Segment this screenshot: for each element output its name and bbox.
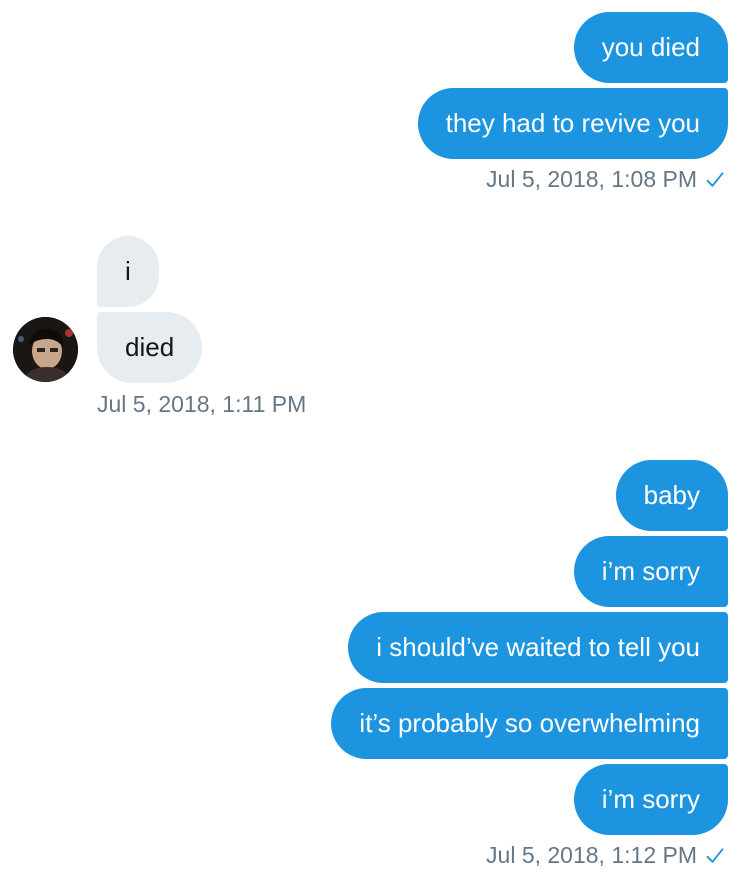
user-avatar[interactable]	[13, 317, 78, 382]
message-bubble-sent[interactable]: i should’ve waited to tell you	[348, 612, 728, 683]
message-text: i	[125, 256, 131, 286]
check-icon	[706, 171, 724, 187]
message-bubble-sent[interactable]: baby	[615, 460, 728, 531]
message-text: it’s probably so overwhelming	[359, 708, 700, 738]
message-bubble-sent[interactable]: they had to revive you	[417, 88, 728, 159]
message-bubble-received[interactable]: died	[97, 312, 203, 383]
message-timestamp: Jul 5, 2018, 1:11 PM	[97, 391, 306, 418]
message-text: you died	[601, 32, 700, 62]
message-text: i’m sorry	[601, 784, 700, 814]
message-bubble-received[interactable]: i	[97, 236, 159, 307]
message-timestamp: Jul 5, 2018, 1:12 PM	[486, 842, 725, 869]
message-text: i should’ve waited to tell you	[376, 632, 700, 662]
message-text: baby	[643, 480, 700, 510]
check-icon	[706, 847, 724, 863]
message-timestamp: Jul 5, 2018, 1:08 PM	[486, 166, 725, 193]
conversation-thread: you died they had to revive you Jul 5, 2…	[0, 0, 745, 878]
message-bubble-sent[interactable]: i’m sorry	[573, 764, 728, 835]
message-text: they had to revive you	[445, 108, 700, 138]
message-bubble-sent[interactable]: it’s probably so overwhelming	[331, 688, 728, 759]
message-text: i’m sorry	[601, 556, 700, 586]
message-text: died	[125, 332, 175, 362]
timestamp-text: Jul 5, 2018, 1:11 PM	[97, 391, 307, 417]
message-bubble-sent[interactable]: i’m sorry	[573, 536, 728, 607]
avatar-image	[13, 317, 78, 382]
timestamp-text: Jul 5, 2018, 1:12 PM	[486, 842, 697, 868]
timestamp-text: Jul 5, 2018, 1:08 PM	[486, 166, 697, 192]
message-bubble-sent[interactable]: you died	[573, 12, 728, 83]
